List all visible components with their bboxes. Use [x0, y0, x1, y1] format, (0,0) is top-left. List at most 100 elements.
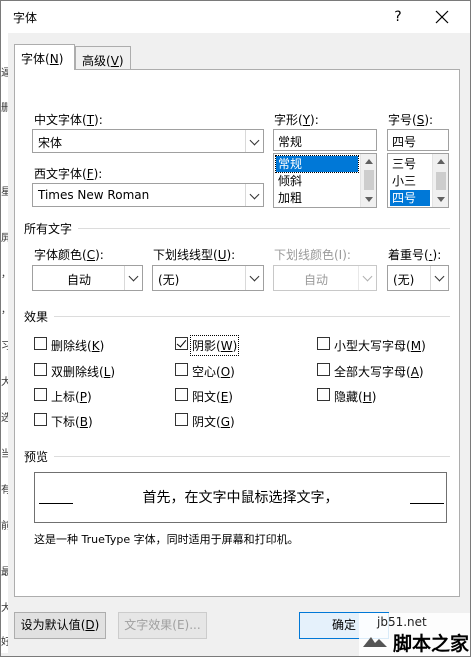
- scroll-down-icon[interactable]: [365, 197, 373, 202]
- chevron-down-icon[interactable]: [245, 130, 263, 152]
- set-default-button[interactable]: 设为默认值(D): [14, 612, 106, 639]
- strip-char: 前: [1, 517, 8, 532]
- emboss-label[interactable]: 阳文(E): [192, 388, 233, 405]
- underline-style-combo[interactable]: (无): [152, 265, 264, 291]
- outline-text: 空心: [192, 365, 217, 379]
- preview-sample-text: 首先，在文字中鼠标选择文字，: [142, 490, 339, 506]
- small-caps-label[interactable]: 小型大写字母(M): [334, 337, 426, 354]
- engrave-label[interactable]: 阴文(G): [192, 413, 235, 430]
- preview-baseline-right: [410, 503, 444, 504]
- font-color-label-text: 字体颜色: [34, 248, 83, 262]
- help-button[interactable]: ?: [384, 5, 412, 29]
- font-size-option[interactable]: 四号: [390, 190, 430, 206]
- dialog-title: 字体: [13, 11, 38, 25]
- tab-advanced[interactable]: 高级(V): [75, 46, 131, 70]
- strikethrough-label[interactable]: 删除线(K): [51, 337, 104, 354]
- western-font-value: Times New Roman: [38, 188, 150, 202]
- font-style-option[interactable]: 倾斜: [276, 173, 358, 189]
- font-style-scrollbar[interactable]: [360, 154, 376, 207]
- font-style-input[interactable]: 常规: [273, 129, 377, 151]
- tab-font-label: 字体: [21, 52, 46, 66]
- double-strikethrough-checkbox[interactable]: [34, 363, 47, 376]
- emphasis-mark-label-text: 着重号: [388, 248, 425, 262]
- hidden-checkbox[interactable]: [317, 388, 330, 401]
- font-color-combo[interactable]: 自动: [32, 265, 143, 291]
- scroll-down-icon[interactable]: [437, 197, 445, 202]
- font-size-option[interactable]: 三号: [390, 156, 430, 172]
- all-caps-accesskey: A: [410, 365, 419, 379]
- underline-color-combo: 自动: [273, 265, 377, 291]
- shadow-checkbox[interactable]: [175, 337, 188, 350]
- underline-style-label: 下划线线型(U):: [153, 248, 236, 262]
- superscript-text: 上标: [51, 390, 76, 404]
- title-bar: 字体 ?: [1, 1, 470, 33]
- strip-char: 选: [1, 409, 8, 424]
- shadow-label[interactable]: 阴影(W): [189, 335, 240, 356]
- font-style-label: 字形(Y):: [274, 113, 319, 127]
- section-all-text: 所有文字: [24, 222, 73, 236]
- chinese-font-combo[interactable]: 宋体: [32, 129, 264, 153]
- all-caps-label[interactable]: 全部大写字母(A): [334, 363, 424, 380]
- subscript-checkbox[interactable]: [34, 413, 47, 426]
- strip-char: 逼: [1, 64, 8, 79]
- tab-advanced-accesskey: V: [110, 54, 119, 68]
- double-strikethrough-label[interactable]: 双删除线(L): [51, 363, 115, 380]
- chevron-down-icon[interactable]: [124, 266, 142, 290]
- font-style-option[interactable]: 加粗: [276, 190, 358, 206]
- font-style-option[interactable]: 常规: [275, 155, 359, 173]
- chinese-font-label-text: 中文字体: [34, 113, 83, 127]
- scroll-thumb[interactable]: [436, 172, 446, 190]
- western-font-accesskey: F: [86, 167, 94, 181]
- hidden-label[interactable]: 隐藏(H): [334, 388, 376, 405]
- subscript-label[interactable]: 下标(B): [51, 413, 93, 430]
- outline-checkbox[interactable]: [175, 363, 188, 376]
- superscript-label[interactable]: 上标(P): [51, 388, 92, 405]
- all-caps-checkbox[interactable]: [317, 363, 330, 376]
- emphasis-mark-combo[interactable]: (无): [387, 265, 449, 291]
- scroll-up-icon[interactable]: [365, 159, 373, 164]
- watermark: jb51.net 脚本之家: [359, 613, 470, 656]
- scroll-up-icon[interactable]: [437, 159, 445, 164]
- small-caps-checkbox[interactable]: [317, 337, 330, 350]
- strip-char: 有: [1, 481, 8, 496]
- double-strikethrough-accesskey: L: [103, 365, 111, 379]
- font-size-list[interactable]: 三号 小三 四号: [387, 153, 449, 208]
- emboss-checkbox[interactable]: [175, 388, 188, 401]
- tab-font[interactable]: 字体(N): [14, 44, 75, 70]
- outline-label[interactable]: 空心(O): [192, 363, 235, 380]
- emphasis-mark-accesskey: ·: [428, 248, 433, 262]
- superscript-checkbox[interactable]: [34, 388, 47, 401]
- strip-char: 大: [1, 599, 8, 614]
- chinese-font-label: 中文字体(T):: [34, 113, 103, 127]
- engrave-checkbox[interactable]: [175, 413, 188, 426]
- strip-char: 大: [1, 373, 8, 388]
- font-style-list[interactable]: 常规 倾斜 加粗: [273, 153, 377, 208]
- close-icon[interactable]: [425, 4, 459, 30]
- font-size-scrollbar[interactable]: [432, 154, 448, 207]
- scroll-thumb[interactable]: [364, 170, 374, 190]
- western-font-label-text: 西文字体: [34, 167, 83, 181]
- chevron-down-icon[interactable]: [245, 266, 263, 290]
- font-size-option[interactable]: 小三: [390, 173, 430, 189]
- font-dialog: 字体 ? 逼 删 星 屏 ， ， 习 大 选 当 有 前 最 大 好 字体(N)…: [0, 0, 471, 657]
- strip-char: 删: [1, 99, 8, 114]
- background-document-strip: 逼 删 星 屏 ， ， 习 大 选 当 有 前 最 大 好: [1, 33, 8, 653]
- section-preview: 预览: [24, 450, 49, 464]
- chevron-down-icon[interactable]: [430, 266, 448, 290]
- shadow-accesskey: W: [220, 339, 233, 353]
- strip-char: 当: [1, 445, 8, 460]
- western-font-combo[interactable]: Times New Roman: [32, 183, 264, 207]
- strikethrough-checkbox[interactable]: [34, 337, 47, 350]
- underline-style-accesskey: U: [217, 248, 227, 262]
- set-default-accesskey: D: [85, 618, 95, 632]
- font-color-label: 字体颜色(C):: [34, 248, 104, 262]
- section-divider: [78, 228, 450, 229]
- chevron-down-icon[interactable]: [245, 184, 263, 206]
- section-effects: 效果: [24, 310, 49, 324]
- font-color-value: 自动: [67, 273, 92, 287]
- strip-char: 好: [1, 633, 8, 648]
- engrave-accesskey: G: [220, 415, 231, 429]
- strip-char: 屏: [1, 229, 8, 244]
- font-size-input[interactable]: 四号: [387, 129, 449, 151]
- emboss-text: 阳文: [192, 390, 217, 404]
